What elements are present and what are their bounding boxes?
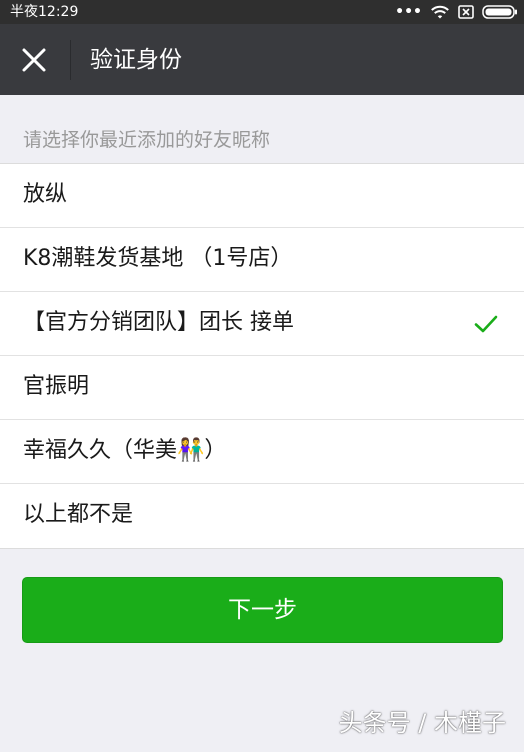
- battery-icon: [482, 5, 517, 19]
- option-item-1[interactable]: K8潮鞋发货基地 （1号店）: [0, 228, 524, 292]
- option-label: K8潮鞋发货基地 （1号店）: [23, 246, 293, 271]
- watermark: 头条号 / 木槿子: [338, 709, 506, 737]
- option-item-3[interactable]: 官振明: [0, 356, 524, 420]
- status-bar: 半夜12:29 •••: [0, 0, 524, 24]
- option-item-4[interactable]: 幸福久久（华美👫）: [0, 420, 524, 484]
- next-button[interactable]: 下一步: [22, 577, 503, 643]
- close-button[interactable]: [12, 38, 56, 82]
- status-time: 半夜12:29: [10, 4, 79, 20]
- close-icon: [22, 48, 46, 72]
- title-bar: 验证身份: [0, 24, 524, 95]
- sim-off-icon: [458, 5, 474, 19]
- option-label: 以上都不是: [23, 502, 134, 527]
- option-list: 放纵 K8潮鞋发货基地 （1号店） 【官方分销团队】团长 接单 官振明 幸福久久…: [0, 163, 524, 549]
- option-label: 幸福久久（华美👫）: [23, 438, 227, 463]
- option-label: 放纵: [23, 182, 68, 207]
- option-item-2[interactable]: 【官方分销团队】团长 接单: [0, 292, 524, 356]
- header-divider: [70, 40, 71, 80]
- check-icon: [474, 315, 498, 333]
- hint-text: 请选择你最近添加的好友昵称: [23, 129, 271, 151]
- more-dots-icon: •••: [395, 4, 422, 20]
- option-label: 官振明: [23, 374, 90, 399]
- option-item-5[interactable]: 以上都不是: [0, 484, 524, 548]
- page-title: 验证身份: [90, 47, 182, 73]
- status-icons: •••: [395, 2, 518, 22]
- option-item-0[interactable]: 放纵: [0, 164, 524, 228]
- option-label: 【官方分销团队】团长 接单: [23, 310, 294, 335]
- wifi-icon: [431, 5, 449, 19]
